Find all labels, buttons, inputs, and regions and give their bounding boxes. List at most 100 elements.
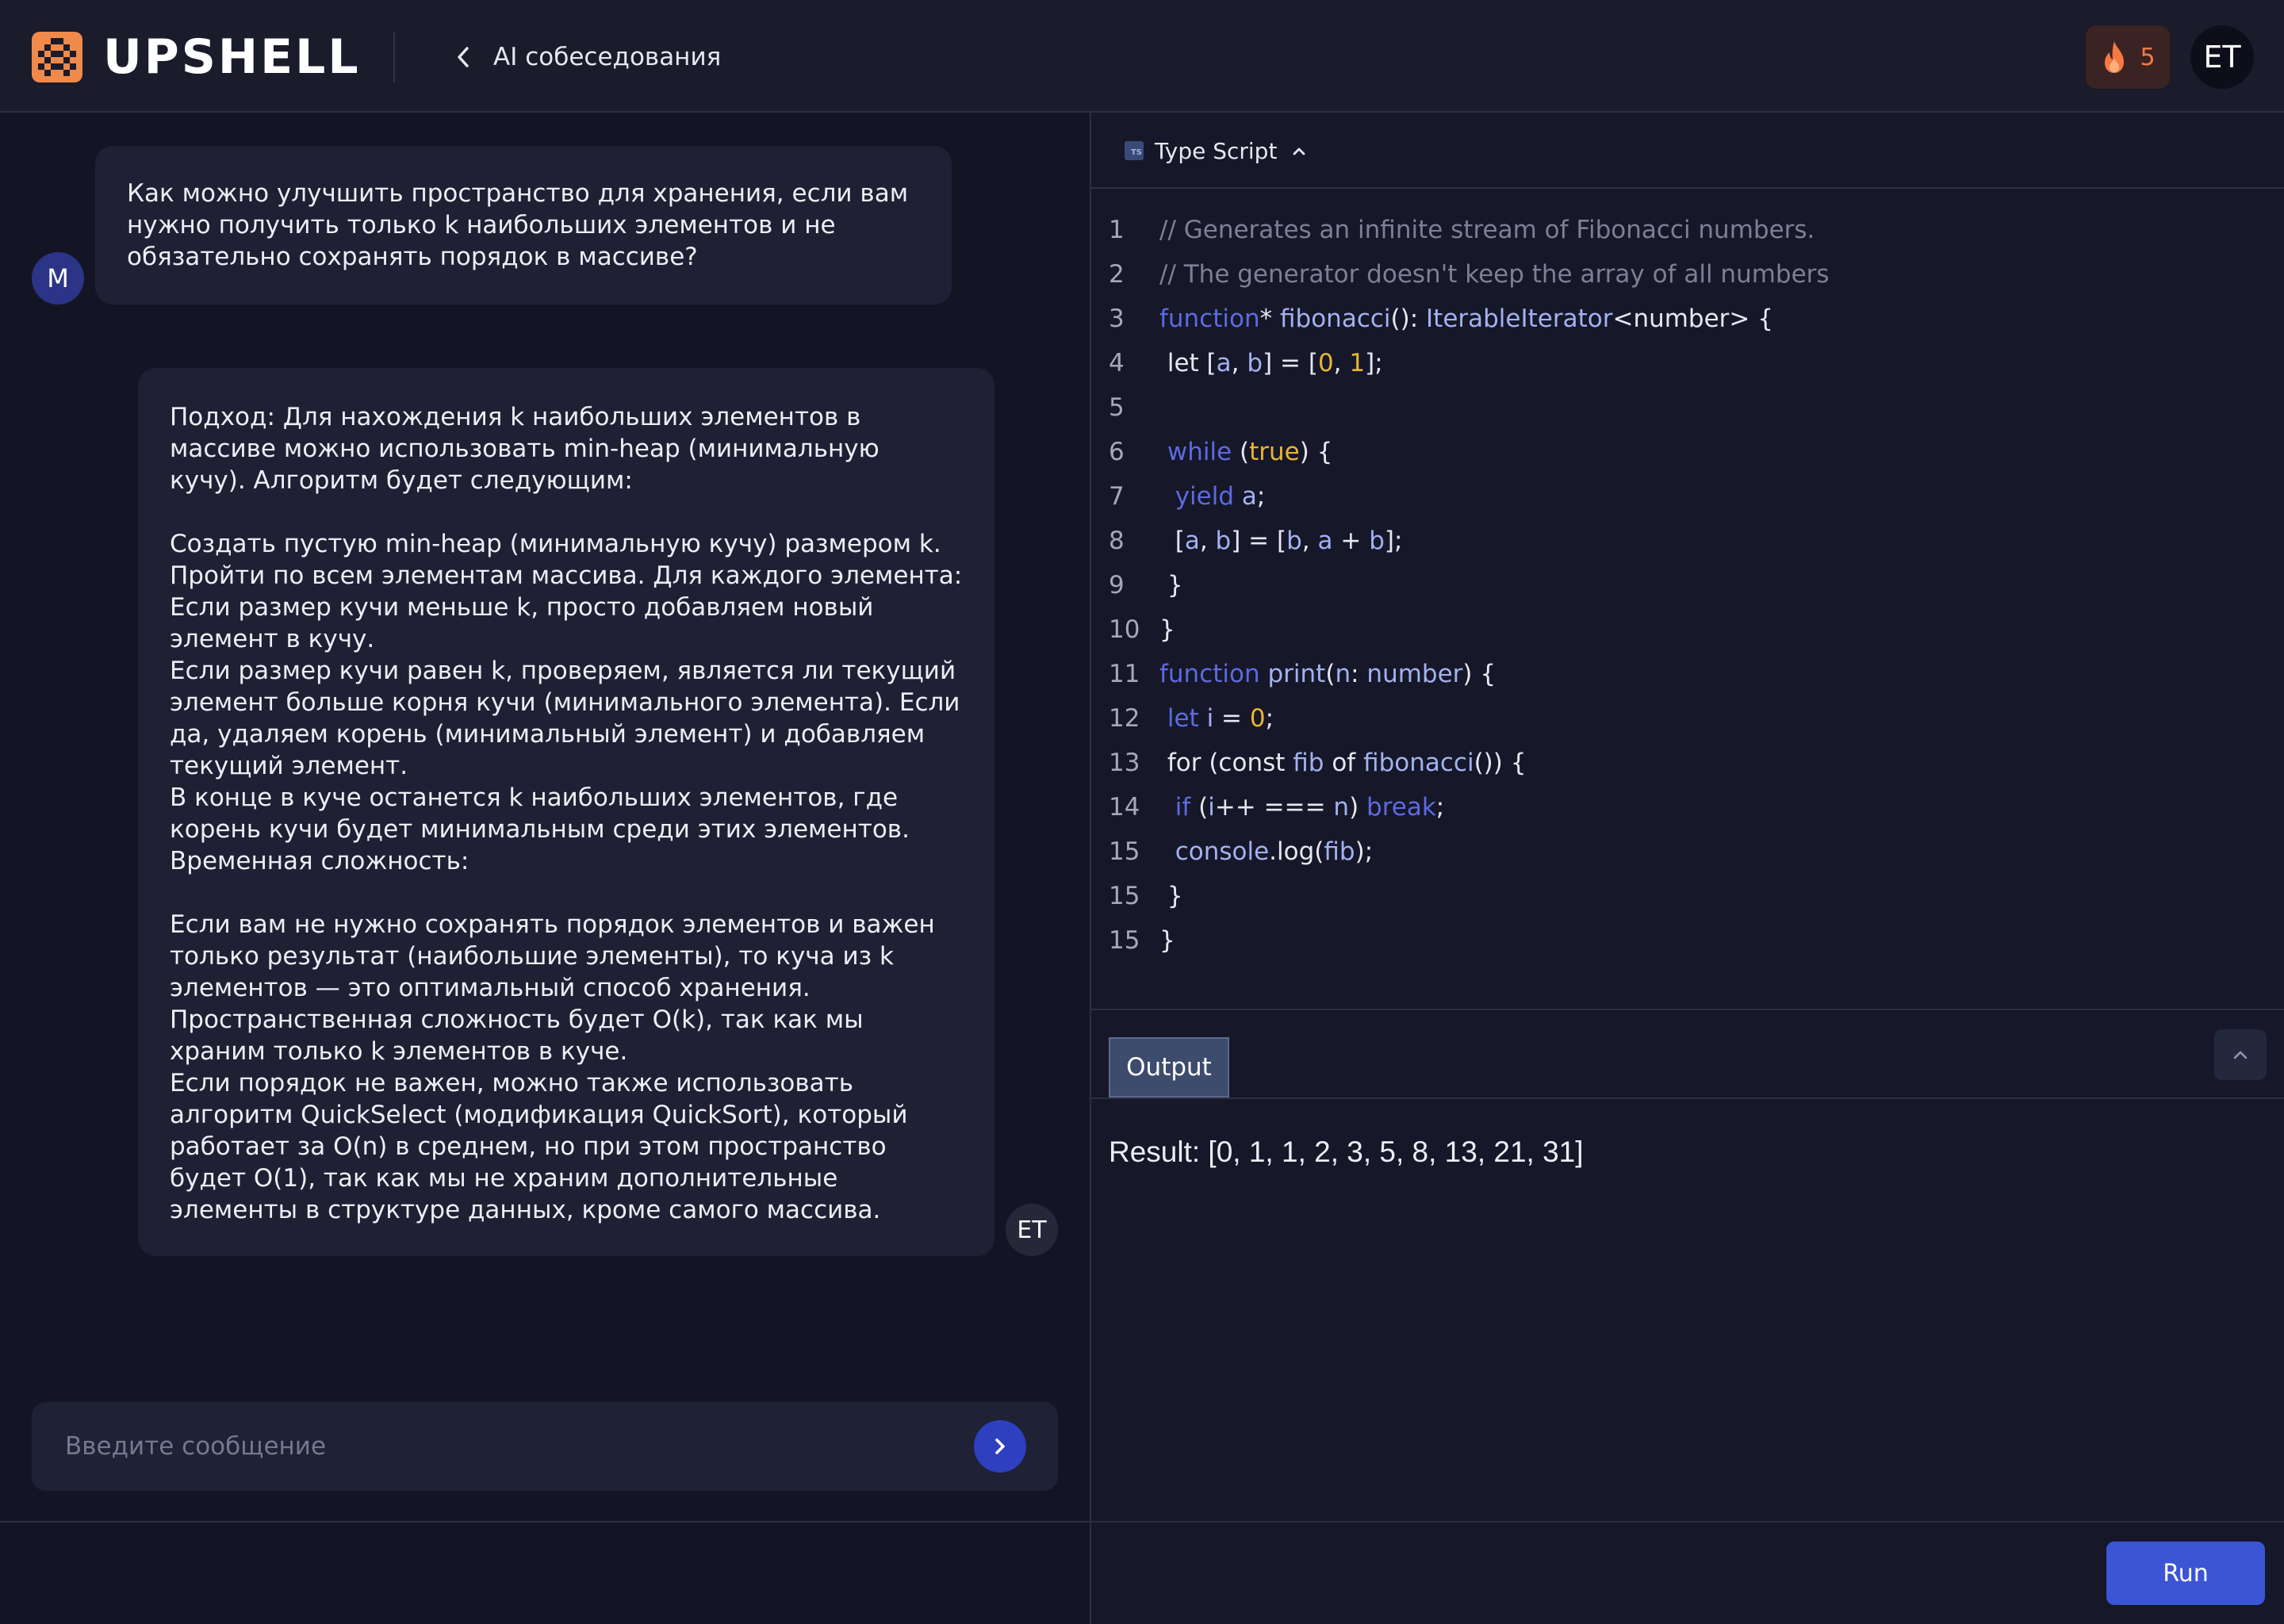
- code-token: true: [1249, 438, 1300, 466]
- code-token: console: [1159, 837, 1270, 866]
- top-header: UPSHELL AI собеседования 5 ET: [0, 0, 2284, 113]
- collapse-output-button[interactable]: [2214, 1029, 2267, 1080]
- code-line[interactable]: 13 for (const fib of fibonacci()) {: [1091, 741, 2284, 785]
- line-content: for (const fib of fibonacci()) {: [1159, 741, 1527, 785]
- code-line[interactable]: 1 // Generates an infinite stream of Fibo…: [1091, 208, 2284, 252]
- logo-text[interactable]: UPSHELL: [103, 27, 361, 87]
- line-content: let [a, b] = [0, 1];: [1159, 341, 1383, 385]
- line-number: 7: [1109, 482, 1125, 511]
- code-token: of: [1324, 749, 1364, 777]
- send-button[interactable]: [974, 1420, 1026, 1473]
- code-token: ,: [1199, 527, 1216, 555]
- run-button[interactable]: Run: [2106, 1542, 2265, 1605]
- code-token: fib: [1293, 749, 1324, 777]
- code-token: }: [1159, 882, 1183, 910]
- code-editor[interactable]: 1 // Generates an infinite stream of Fibo…: [1091, 208, 2284, 963]
- language-select[interactable]: TS Type Script: [1125, 132, 1307, 170]
- line-content: }: [1159, 607, 1175, 652]
- code-token: fibonacci: [1280, 304, 1391, 333]
- tab-output[interactable]: Output: [1109, 1037, 1229, 1097]
- code-line[interactable]: 15 console.log(fib);: [1091, 829, 2284, 874]
- code-token: a: [1317, 527, 1333, 555]
- chat-footer-divider: [0, 1521, 1090, 1522]
- header-divider: [393, 32, 395, 82]
- code-line[interactable]: 4 let [a, b] = [0, 1];: [1091, 341, 2284, 385]
- code-token: number: [1366, 660, 1463, 688]
- code-token: ():: [1390, 304, 1427, 333]
- line-number: 15: [1109, 882, 1140, 910]
- code-token: ] = [: [1231, 527, 1287, 555]
- code-token: a: [1216, 349, 1232, 377]
- language-bar: TS Type Script: [1091, 113, 2284, 189]
- code-token: b: [1286, 527, 1302, 555]
- code-line[interactable]: 14 if (i++ === n) break;: [1091, 785, 2284, 829]
- line-content: function print(n: number) {: [1159, 652, 1496, 696]
- line-number: 11: [1109, 660, 1140, 688]
- code-token: }: [1159, 926, 1175, 955]
- message-input[interactable]: [63, 1431, 974, 1461]
- line-content: while (true) {: [1159, 430, 1333, 474]
- user-avatar[interactable]: ET: [2190, 25, 2254, 89]
- code-token: function: [1159, 660, 1260, 688]
- code-editor-panel: TS Type Script 1 // Generates an infinite…: [1091, 113, 2284, 1624]
- code-line[interactable]: 9 }: [1091, 563, 2284, 607]
- code-token: ;: [1256, 482, 1266, 511]
- code-token: i: [1206, 704, 1214, 733]
- interviewer-avatar: M: [32, 252, 84, 304]
- line-number: 9: [1109, 571, 1125, 599]
- code-line[interactable]: 2 // The generator doesn't keep the array…: [1091, 252, 2284, 297]
- code-token: // The generator doesn't keep the array …: [1159, 260, 1830, 289]
- line-content: }: [1159, 918, 1175, 963]
- code-token: (: [1325, 660, 1336, 688]
- code-token: b: [1215, 527, 1232, 555]
- logo-icon[interactable]: [32, 32, 82, 82]
- code-token: ): [1349, 793, 1367, 822]
- line-number: 1: [1109, 216, 1125, 244]
- line-content: if (i++ === n) break;: [1159, 785, 1445, 829]
- line-content: }: [1159, 874, 1183, 918]
- streak-badge[interactable]: 5: [2086, 25, 2170, 89]
- line-content: // Generates an infinite stream of Fibon…: [1159, 208, 1815, 252]
- line-content: }: [1159, 563, 1183, 607]
- line-content: let i = 0;: [1159, 696, 1274, 741]
- code-token: 1: [1349, 349, 1366, 377]
- code-token: }: [1159, 571, 1183, 599]
- code-line[interactable]: 5: [1091, 385, 2284, 430]
- code-line[interactable]: 3 function* fibonacci(): IterableIterator…: [1091, 297, 2284, 341]
- chat-panel: Как можно улучшить пространство для хран…: [0, 113, 1090, 1624]
- code-line[interactable]: 15}: [1091, 918, 2284, 963]
- code-token: b: [1247, 349, 1263, 377]
- line-number: 12: [1109, 704, 1140, 733]
- line-content: [a, b] = [b, a + b];: [1159, 519, 1403, 563]
- code-token: function: [1159, 304, 1260, 333]
- code-token: ,: [1333, 349, 1350, 377]
- code-token: if: [1159, 793, 1191, 822]
- code-token: .log(: [1269, 837, 1324, 866]
- back-link[interactable]: AI собеседования: [454, 35, 721, 79]
- code-line[interactable]: 12 let i = 0;: [1091, 696, 2284, 741]
- code-token: :: [1351, 660, 1367, 688]
- code-token: }: [1159, 615, 1175, 644]
- code-line[interactable]: 10}: [1091, 607, 2284, 652]
- code-token: a: [1241, 482, 1257, 511]
- code-token: <number> {: [1612, 304, 1773, 333]
- typescript-icon: TS: [1125, 141, 1144, 160]
- line-number: 13: [1109, 749, 1140, 777]
- code-token: 0: [1317, 349, 1334, 377]
- line-content: function* fibonacci(): IterableIterator<…: [1159, 297, 1773, 341]
- code-line[interactable]: 15 }: [1091, 874, 2284, 918]
- line-number: 6: [1109, 438, 1125, 466]
- code-token: ++ ===: [1214, 793, 1334, 822]
- code-line[interactable]: 11 function print(n: number) {: [1091, 652, 2284, 696]
- code-token: while: [1159, 438, 1232, 466]
- line-number: 10: [1109, 615, 1140, 644]
- answer-message-bubble: Подход: Для нахождения k наибольших элем…: [138, 368, 994, 1256]
- code-token: ] = [: [1263, 349, 1318, 377]
- code-line[interactable]: 8 [a, b] = [b, a + b];: [1091, 519, 2284, 563]
- code-token: let: [1159, 704, 1199, 733]
- code-token: ];: [1384, 527, 1403, 555]
- code-line[interactable]: 7 yield a;: [1091, 474, 2284, 519]
- code-line[interactable]: 6 while (true) {: [1091, 430, 2284, 474]
- code-token: yield: [1159, 482, 1235, 511]
